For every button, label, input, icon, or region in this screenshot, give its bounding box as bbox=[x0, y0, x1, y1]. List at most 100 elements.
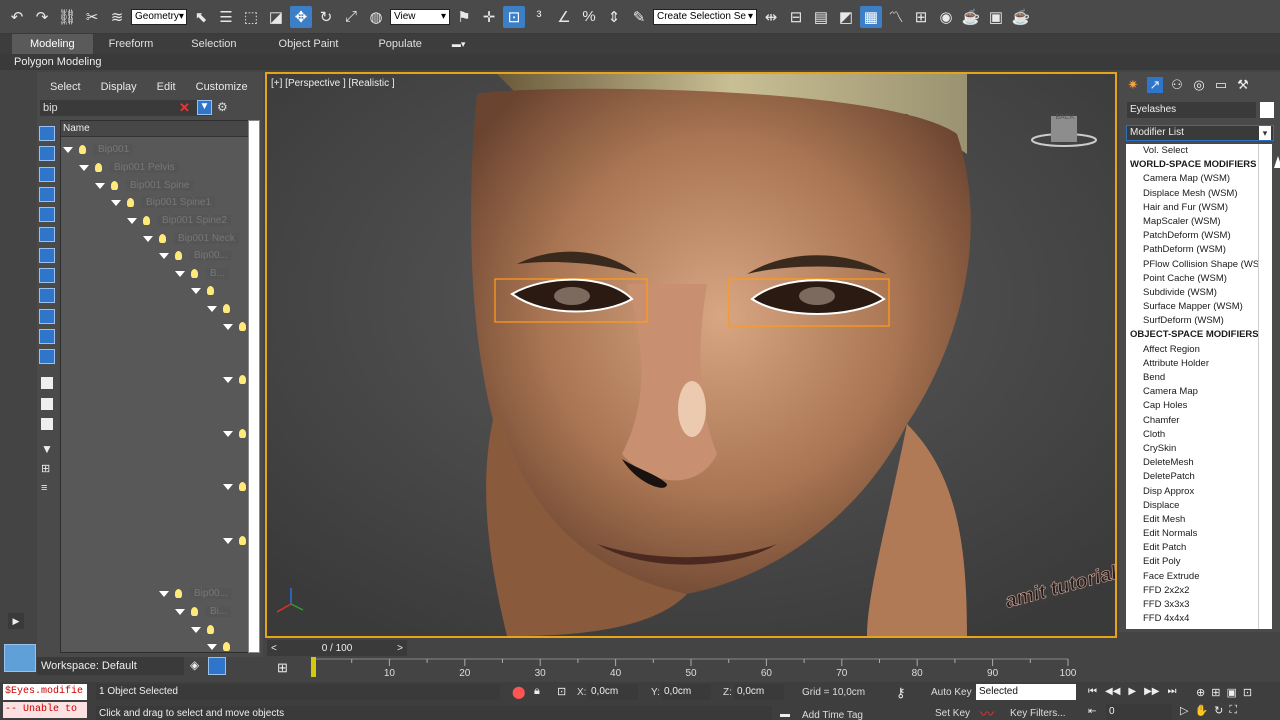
expand-icon[interactable] bbox=[175, 608, 185, 615]
visibility-bulb-icon[interactable] bbox=[191, 269, 198, 278]
render-setup-icon[interactable]: ☕ bbox=[960, 6, 982, 28]
modifier-list-scrollbar[interactable] bbox=[1258, 144, 1272, 629]
viewport-label[interactable]: [+] [Perspective ] [Realistic ] bbox=[271, 78, 395, 89]
modifier-list-item[interactable]: PatchDeform (WSM) bbox=[1126, 229, 1258, 243]
visibility-bulb-icon[interactable] bbox=[207, 286, 214, 295]
display-helpers-icon[interactable] bbox=[39, 207, 55, 222]
modifier-list-item[interactable]: Edit Mesh bbox=[1126, 513, 1258, 527]
zoom-icon[interactable]: ⊕ bbox=[1196, 686, 1205, 699]
expand-icon[interactable] bbox=[223, 323, 233, 330]
key-filters-button[interactable]: Key Filters... bbox=[1010, 708, 1066, 719]
pan-icon[interactable]: ✋ bbox=[1194, 704, 1208, 717]
go-to-start-icon[interactable]: ⏮ bbox=[1088, 686, 1097, 697]
select-and-scale-icon[interactable]: ⤢ bbox=[340, 6, 362, 28]
go-to-end-icon[interactable]: ⏭ bbox=[1167, 686, 1176, 697]
redo-icon[interactable]: ↷ bbox=[31, 6, 53, 28]
tree-row[interactable] bbox=[191, 621, 222, 638]
x-coordinate-field[interactable]: 0,0cm bbox=[588, 684, 638, 700]
select-and-place-icon[interactable]: ◍ bbox=[365, 6, 387, 28]
snaps-toggle-icon[interactable]: ³ bbox=[528, 6, 550, 28]
hierarchy-tab-icon[interactable]: ⚇ bbox=[1169, 77, 1185, 93]
tree-row[interactable]: Bip001 Spine2 bbox=[127, 212, 232, 229]
settings-icon[interactable]: ⚙ bbox=[217, 100, 228, 114]
visibility-bulb-icon[interactable] bbox=[239, 429, 246, 438]
modifier-list-dropdown[interactable]: Modifier List ▾ bbox=[1126, 125, 1274, 141]
visibility-bulb-icon[interactable] bbox=[239, 322, 246, 331]
mini-curve-editor-icon[interactable]: ⊞ bbox=[277, 660, 288, 676]
zoom-all-icon[interactable]: ⊞ bbox=[1211, 686, 1220, 699]
filter-funnel-icon[interactable]: ▼ bbox=[41, 442, 53, 456]
absolute-mode-icon[interactable]: ⊡ bbox=[557, 685, 566, 698]
select-and-rotate-icon[interactable]: ↻ bbox=[315, 6, 337, 28]
orbit-icon[interactable]: ↻ bbox=[1214, 704, 1223, 717]
modifier-list-item[interactable]: DeleteMesh bbox=[1126, 456, 1258, 470]
modify-tab-icon[interactable]: ↗ bbox=[1147, 77, 1163, 93]
modifier-list-item[interactable]: Cap Holes bbox=[1126, 399, 1258, 413]
visibility-bulb-icon[interactable] bbox=[207, 625, 214, 634]
layers-icon[interactable]: ◈ bbox=[190, 658, 199, 672]
visibility-bulb-icon[interactable] bbox=[239, 536, 246, 545]
spinner-snap-icon[interactable]: ⇕ bbox=[603, 6, 625, 28]
window-crossing-icon[interactable]: ◪ bbox=[265, 6, 287, 28]
modifier-list-item[interactable]: Surface Mapper (WSM) bbox=[1126, 300, 1258, 314]
rendered-frame-window-icon[interactable]: ▣ bbox=[985, 6, 1007, 28]
display-tab-icon[interactable]: ▭ bbox=[1213, 77, 1229, 93]
invert-display-icon[interactable] bbox=[41, 418, 53, 430]
viewcube-label[interactable]: BACK bbox=[1035, 114, 1095, 121]
tab-object-paint[interactable]: Object Paint bbox=[259, 34, 359, 54]
key-curve-icon[interactable]: 〰 bbox=[980, 704, 994, 720]
tree-row[interactable] bbox=[207, 638, 238, 652]
auto-key-button[interactable]: Auto Key bbox=[931, 687, 972, 698]
selection-lock-icon[interactable]: 🔒︎ bbox=[534, 685, 540, 698]
keyboard-shortcut-override-icon[interactable]: ⊡ bbox=[503, 5, 525, 28]
modifier-list-item[interactable]: Displace Mesh (WSM) bbox=[1126, 187, 1258, 201]
modifier-list-item[interactable]: CrySkin bbox=[1126, 442, 1258, 456]
modifier-list-item[interactable]: FFD 2x2x2 bbox=[1126, 584, 1258, 598]
manipulate-icon[interactable]: ✛ bbox=[478, 6, 500, 28]
display-hidden-icon[interactable] bbox=[39, 349, 55, 364]
display-containers-icon[interactable] bbox=[39, 309, 55, 324]
visibility-bulb-icon[interactable] bbox=[239, 482, 246, 491]
zoom-extents-icon[interactable]: ▣ bbox=[1226, 686, 1236, 699]
display-lights-icon[interactable] bbox=[39, 167, 55, 182]
select-by-name-icon[interactable]: ☰ bbox=[215, 6, 237, 28]
modifier-list-item[interactable]: Vol. Select bbox=[1126, 144, 1258, 158]
filter-icon[interactable]: ▼ bbox=[197, 100, 212, 115]
expand-icon[interactable] bbox=[191, 287, 201, 294]
visibility-bulb-icon[interactable] bbox=[95, 163, 102, 172]
modifier-list-item[interactable]: Chamfer bbox=[1126, 414, 1258, 428]
display-geometry-icon[interactable] bbox=[39, 126, 55, 141]
modifier-list-item[interactable]: Affect Region bbox=[1126, 343, 1258, 357]
modifier-list-item[interactable]: Attribute Holder bbox=[1126, 357, 1258, 371]
display-groups-icon[interactable] bbox=[39, 248, 55, 263]
angle-snap-icon[interactable]: ∠ bbox=[553, 6, 575, 28]
select-and-move-icon[interactable]: ✥ bbox=[290, 5, 312, 28]
object-name-field[interactable]: Eyelashes bbox=[1127, 102, 1256, 118]
add-time-tag-button[interactable]: Add Time Tag bbox=[802, 710, 863, 720]
display-bones-icon[interactable] bbox=[39, 288, 55, 303]
set-key-button[interactable]: Set Key bbox=[935, 708, 970, 719]
sort-icon[interactable]: ⊞ bbox=[41, 462, 50, 475]
maximize-viewport-icon[interactable]: ⛶ bbox=[1229, 704, 1237, 717]
modifier-list-item[interactable]: Edit Normals bbox=[1126, 527, 1258, 541]
tree-row[interactable] bbox=[191, 282, 222, 299]
expand-icon[interactable] bbox=[143, 235, 153, 242]
ribbon-options-icon[interactable]: ▬▾ bbox=[452, 39, 474, 49]
undo-icon[interactable]: ↶ bbox=[6, 6, 28, 28]
modifier-list-item[interactable]: Bend bbox=[1126, 371, 1258, 385]
next-frame-icon[interactable]: ▶▶ bbox=[1144, 686, 1159, 697]
toggle-scene-explorer-icon[interactable]: ▤ bbox=[810, 6, 832, 28]
modifier-list-item[interactable]: Hair and Fur (WSM) bbox=[1126, 201, 1258, 215]
ribbon-panel-label[interactable]: Polygon Modeling bbox=[0, 54, 1280, 70]
tree-row[interactable] bbox=[207, 300, 238, 317]
visibility-bulb-icon[interactable] bbox=[175, 251, 182, 260]
expand-icon[interactable] bbox=[223, 376, 233, 383]
tree-row[interactable]: B... bbox=[175, 265, 230, 282]
tab-selection[interactable]: Selection bbox=[169, 34, 258, 54]
edit-named-selection-icon[interactable]: ✎ bbox=[628, 6, 650, 28]
visibility-bulb-icon[interactable] bbox=[223, 642, 230, 651]
display-xrefs-icon[interactable] bbox=[39, 268, 55, 283]
play-icon[interactable]: ▶ bbox=[1128, 686, 1136, 697]
menu-edit[interactable]: Edit bbox=[157, 81, 176, 93]
tab-freeform[interactable]: Freeform bbox=[93, 34, 170, 54]
